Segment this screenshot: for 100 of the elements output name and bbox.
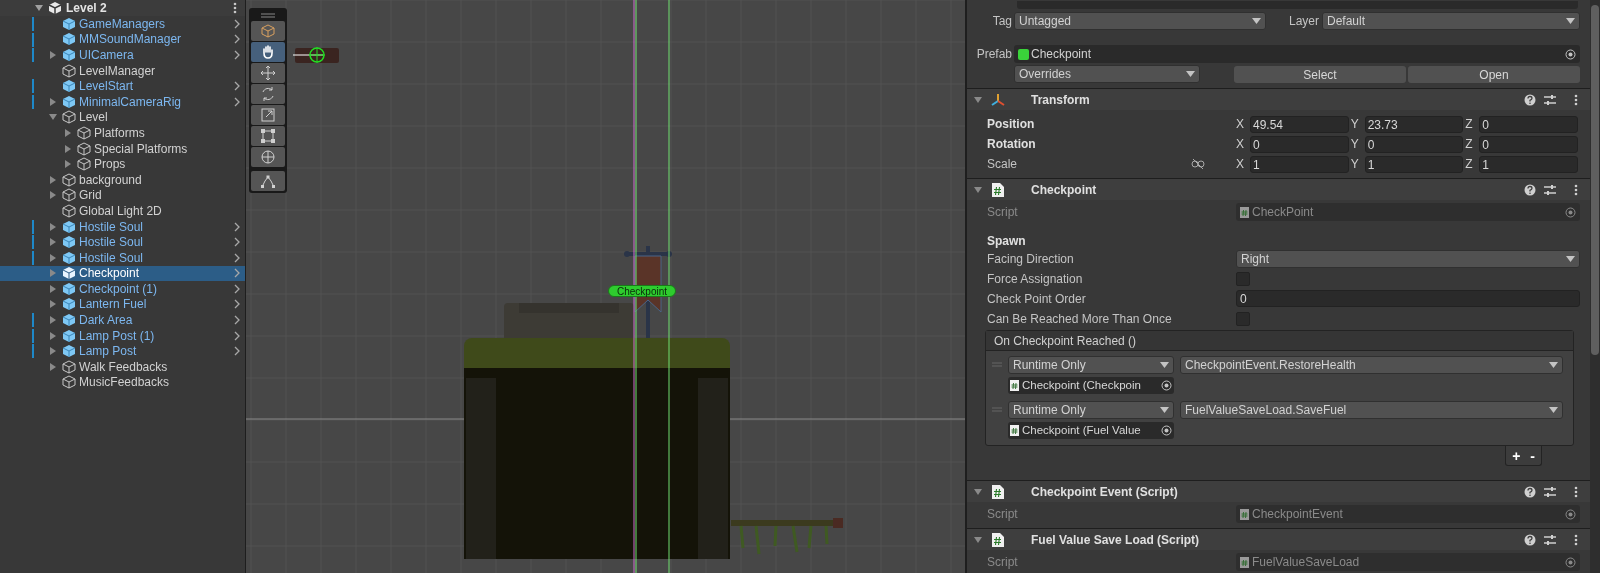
overrides-dropdown[interactable]: Overrides [1014,65,1200,83]
component-header[interactable]: Checkpoint [967,178,1590,200]
hierarchy-item[interactable]: Checkpoint [0,265,245,282]
hierarchy-item[interactable]: Lamp Post [0,343,245,360]
number-field[interactable]: 49.54 [1250,115,1349,133]
layer-dropdown[interactable]: Default [1322,12,1580,30]
scrollbar-thumb[interactable] [1591,5,1599,355]
chevron-right-icon[interactable] [233,18,241,29]
expand-arrow-icon[interactable] [48,299,58,310]
chevron-right-icon[interactable] [233,299,241,310]
hierarchy-item[interactable]: UICamera [0,47,245,63]
expand-arrow-icon[interactable] [48,283,58,294]
number-field[interactable]: 0 [1479,135,1578,153]
add-button[interactable]: + [1512,448,1521,463]
number-field[interactable]: 0 [1236,290,1580,307]
prefab-button[interactable]: Select [1234,65,1406,83]
chevron-right-icon[interactable] [233,330,241,341]
number-field[interactable]: 0 [1250,135,1349,153]
expand-arrow-icon[interactable] [63,127,73,138]
unlinked-chain-icon[interactable] [1191,159,1205,169]
expand-arrow-icon[interactable] [48,50,58,60]
collapse-arrow-icon[interactable] [973,184,983,195]
component-header[interactable]: Fuel Value Save Load (Script) [967,528,1590,550]
chevron-right-icon[interactable] [233,50,241,60]
object-picker-icon[interactable] [1565,556,1576,568]
hierarchy-item[interactable]: Props [0,156,245,172]
expand-arrow-icon[interactable] [48,346,58,357]
expand-arrow-icon[interactable] [48,190,58,201]
tool-button[interactable] [251,126,285,146]
chevron-right-icon[interactable] [233,237,241,248]
expand-arrow-icon[interactable] [48,237,58,248]
scene-root-row[interactable]: Level 2 [0,0,245,16]
tool-button[interactable] [251,84,285,104]
header-actions-icon[interactable] [1524,485,1580,498]
chevron-right-icon[interactable] [233,34,241,45]
more-menu-icon[interactable] [233,2,237,14]
chevron-right-icon[interactable] [233,252,241,263]
object-field[interactable]: Checkpoint (Checkpoin [1008,377,1174,394]
tag-dropdown[interactable]: Untagged [1014,12,1266,30]
hierarchy-item[interactable]: Special Platforms [0,140,245,157]
chevron-right-icon[interactable] [233,315,241,326]
expand-arrow-icon[interactable] [63,143,73,154]
expand-arrow-icon[interactable] [48,174,58,185]
drag-handle-icon[interactable] [261,12,275,18]
header-actions-icon[interactable] [1524,533,1580,546]
object-picker-icon[interactable] [1161,380,1172,391]
expand-arrow-icon[interactable] [48,221,58,232]
tool-button[interactable] [251,63,285,83]
object-picker-icon[interactable] [1161,425,1172,436]
expand-arrow-icon[interactable] [48,330,58,341]
tool-button[interactable] [251,105,285,125]
component-header[interactable]: Checkpoint Event (Script) [967,480,1590,502]
hierarchy-item[interactable]: Hostile Soul [0,249,245,266]
hierarchy-item[interactable]: Checkpoint (1) [0,281,245,297]
hierarchy-item[interactable]: Hostile Soul [0,218,245,235]
hierarchy-item[interactable]: Lamp Post (1) [0,327,245,344]
number-field[interactable]: 0 [1479,115,1578,133]
expand-arrow-icon[interactable] [63,159,73,170]
expand-arrow-icon[interactable] [48,268,58,279]
hierarchy-item[interactable]: LevelStart [0,78,245,94]
chevron-right-icon[interactable] [233,221,241,232]
tool-button[interactable] [251,171,285,191]
hierarchy-item[interactable]: Global Light 2D [0,203,245,219]
tool-button[interactable] [251,147,285,167]
scrollbar[interactable] [1590,0,1600,573]
hierarchy-item[interactable]: Hostile Soul [0,234,245,250]
function-dropdown[interactable]: CheckpointEvent.RestoreHealth [1180,356,1563,374]
prefab-button[interactable]: Open [1408,65,1580,83]
expand-arrow-icon[interactable] [48,96,58,107]
tool-button[interactable] [251,42,285,62]
hierarchy-item[interactable]: Level [0,109,245,126]
number-field[interactable]: 1 [1479,155,1578,173]
function-dropdown[interactable]: FuelValueSaveLoad.SaveFuel [1180,401,1563,419]
expand-arrow-icon[interactable] [48,315,58,326]
number-field[interactable]: 0 [1364,135,1464,153]
hierarchy-item[interactable]: Dark Area [0,312,245,328]
mode-dropdown[interactable]: Runtime Only [1008,401,1174,419]
expand-arrow-icon[interactable] [48,361,58,372]
hierarchy-item[interactable]: GameManagers [0,16,245,32]
chevron-right-icon[interactable] [233,81,241,92]
collapse-arrow-icon[interactable] [973,534,983,545]
number-field[interactable]: 1 [1250,155,1349,173]
header-actions-icon[interactable] [1524,93,1580,106]
chevron-right-icon[interactable] [233,283,241,294]
chevron-right-icon[interactable] [233,346,241,357]
hierarchy-item[interactable]: Lantern Fuel [0,296,245,313]
prefab-field[interactable]: Checkpoint [1014,45,1580,63]
hierarchy-item[interactable]: Grid [0,187,245,204]
hierarchy-item[interactable]: background [0,171,245,188]
mode-dropdown[interactable]: Runtime Only [1008,356,1174,374]
dropdown-field[interactable]: Right [1236,249,1580,268]
expand-arrow-icon[interactable] [34,3,44,13]
hierarchy-item[interactable]: LevelManager [0,62,245,79]
component-header[interactable]: Transform [967,88,1590,110]
header-actions-icon[interactable] [1524,183,1580,196]
hierarchy-item[interactable]: MusicFeedbacks [0,374,245,391]
object-picker-icon[interactable] [1565,508,1576,520]
chevron-right-icon[interactable] [233,96,241,107]
hierarchy-item[interactable]: MMSoundManager [0,31,245,48]
chevron-right-icon[interactable] [233,268,241,279]
